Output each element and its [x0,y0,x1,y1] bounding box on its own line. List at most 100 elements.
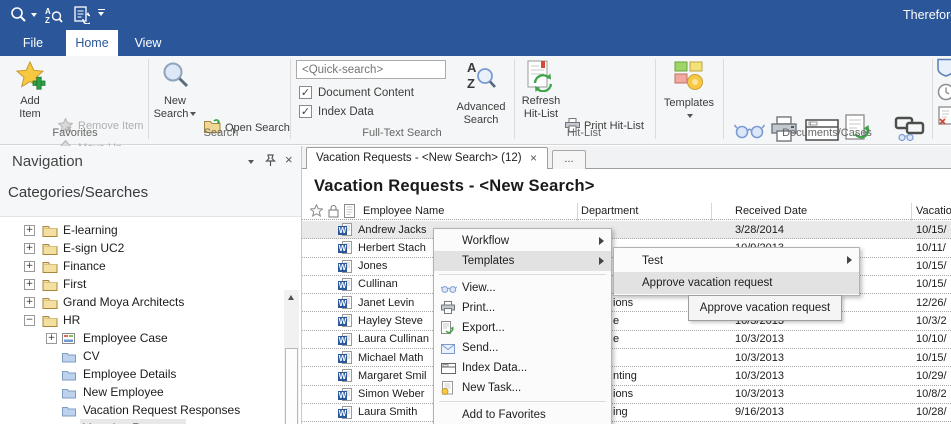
expand-icon[interactable]: + [24,261,35,272]
expand-icon[interactable]: + [24,225,35,236]
tree-item-label[interactable]: Finance [60,257,109,275]
tree-item[interactable]: Vacation Request Responses [0,401,280,419]
menu-item[interactable]: Send... [434,338,611,358]
cell-department: e [613,315,683,327]
scrollbar-thumb[interactable] [285,348,298,424]
menu-item[interactable]: Templates [434,251,611,271]
scroll-up-button[interactable] [284,290,299,306]
table-row[interactable]: WLaura Cullinane10/3/201310/10/ [302,331,951,349]
document-delete-icon[interactable] [937,106,951,129]
cell-employee-name: Laura Smith [358,406,432,418]
tree-item-label[interactable]: Grand Moya Architects [60,293,187,311]
tree-item-label[interactable]: CV [80,347,103,365]
overflow-tab[interactable]: ... [552,150,586,169]
clock-icon[interactable] [937,83,951,104]
shield-icon[interactable] [937,58,951,80]
document-content-checkbox[interactable]: ✓ [299,86,312,99]
cell-received-date: 10/3/2013 [735,352,815,364]
table-row[interactable]: WMichael Math10/3/201310/15/ [302,349,951,367]
tree-item[interactable]: Employee Details [0,365,280,383]
quick-search-dropdown-icon[interactable] [31,13,37,17]
tree-item-label[interactable]: Vacation Request Responses [80,401,243,419]
table-row[interactable]: WMargaret Smilnting10/3/201310/29/ [302,367,951,385]
submenu-arrow-icon [599,237,604,245]
cell-vacation: 10/28/ [916,406,951,418]
tree-item[interactable]: + E-learning [0,221,280,239]
tree-item-label[interactable]: Employee Case [80,329,171,347]
table-row[interactable]: WJanet Levinions12/26/ [302,294,951,312]
tree-item-label[interactable]: Employee Details [80,365,179,383]
tree-item-label[interactable]: HR [60,311,83,329]
close-tab-icon[interactable]: × [530,148,537,169]
expand-icon[interactable]: + [46,333,57,344]
submenu-arrow-icon [847,256,852,264]
svg-text:A: A [45,7,51,16]
cell-received-date: 10/3/2013 [735,333,815,345]
menu-item[interactable]: Workflow [434,231,611,251]
panel-menu-icon[interactable] [248,160,254,164]
tree-item[interactable]: + Grand Moya Architects [0,293,280,311]
tab-file[interactable]: File [12,30,54,56]
collapse-icon[interactable]: − [24,315,35,326]
tree-item-label[interactable]: First [60,275,89,293]
tree-item[interactable]: − HR [0,311,280,329]
tree-item[interactable]: Vacation Requests [0,419,280,424]
tree-item[interactable]: + Employee Case [0,329,280,347]
table-row[interactable]: WHayley Stevee10/3/201310/3/2 [302,312,951,330]
menu-item[interactable]: Approve vacation request [614,272,859,294]
refresh-document-icon[interactable] [74,6,90,27]
templates-button[interactable]: Templates [660,57,718,141]
ribbon-tab-strip: File Home View [0,30,951,56]
pin-icon[interactable] [265,154,276,170]
column-department[interactable]: Department [581,205,638,217]
menu-item-label: Workflow [462,231,509,251]
document-content-label: Document Content [318,87,414,99]
tree-scrollbar[interactable] [284,290,299,424]
tree-item[interactable]: CV [0,347,280,365]
tree-item[interactable]: New Employee [0,383,280,401]
advanced-search-button[interactable]: AZ Advanced Search [452,57,510,141]
tab-view[interactable]: View [126,30,170,56]
menu-item[interactable]: Add to Favorites [434,405,611,424]
menu-item[interactable]: Export... [434,318,611,338]
lock-column-icon[interactable] [328,204,339,221]
menu-item-label: Add to Favorites [462,405,546,424]
expand-icon[interactable]: + [24,279,35,290]
table-row[interactable]: WAndrew Jacks3/28/201410/15/ [302,221,951,239]
window-title: Therefore [903,8,951,22]
document-column-icon[interactable] [344,204,355,221]
tree-item-label[interactable]: Vacation Requests [80,419,186,424]
cell-vacation: 10/29/ [916,370,951,382]
document-tab[interactable]: Vacation Requests - <New Search> (12) × [306,147,548,169]
menu-item[interactable]: Test [614,250,859,272]
expand-icon[interactable]: + [24,243,35,254]
menu-item[interactable]: View... [434,278,611,298]
hitlist-group-label: Hit-List [539,127,629,139]
menu-item-label: New Task... [462,378,521,398]
tree-item[interactable]: + E-sign UC2 [0,239,280,257]
menu-item[interactable]: Print... [434,298,611,318]
tree-item-label[interactable]: E-sign UC2 [60,239,127,257]
table-row[interactable]: WLaura Smithing9/16/201310/28/ [302,404,951,422]
az-search-icon[interactable]: AZ [44,6,63,27]
menu-item[interactable]: New Task... [434,378,611,398]
table-row[interactable]: WSimon Weberions10/3/201310/8/2 [302,386,951,404]
column-vacation[interactable]: Vacation [916,205,951,217]
menu-item-label: View... [462,278,496,298]
tree-item[interactable]: + First [0,275,280,293]
column-received-date[interactable]: Received Date [735,205,807,217]
favorite-column-icon[interactable] [310,204,323,220]
tab-home[interactable]: Home [66,30,118,56]
quick-search-icon[interactable] [10,6,27,26]
expand-icon[interactable]: + [24,297,35,308]
customize-qat-icon[interactable] [98,9,105,16]
index-data-checkbox[interactable]: ✓ [299,105,312,118]
close-panel-icon[interactable]: × [285,152,293,167]
menu-item[interactable]: Index Data... [434,358,611,378]
svg-text:W: W [339,354,347,363]
column-employee-name[interactable]: Employee Name [363,205,444,217]
tree-item[interactable]: + Finance [0,257,280,275]
tree-item-label[interactable]: E-learning [60,221,121,239]
quick-search-input[interactable] [296,60,446,79]
tree-item-label[interactable]: New Employee [80,383,167,401]
